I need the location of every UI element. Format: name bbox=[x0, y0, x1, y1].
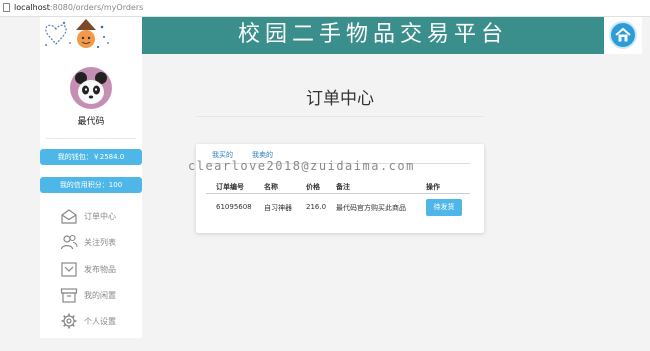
cell-price: 216.0 bbox=[306, 203, 327, 211]
column-header-note: 备注 bbox=[336, 183, 350, 191]
sidebar-item-label: 发布物品 bbox=[84, 265, 116, 274]
sidebar-item-publish[interactable]: 发布物品 bbox=[60, 260, 140, 278]
site-header: 校园二手物品交易平台 bbox=[142, 17, 604, 54]
column-header-price: 价格 bbox=[306, 183, 320, 191]
await-shipment-button[interactable]: 待发货 bbox=[426, 199, 462, 216]
sidebar-item-label: 关注列表 bbox=[84, 238, 116, 247]
home-area bbox=[604, 17, 642, 54]
sidebar-item-my-idle[interactable]: 我的闲置 bbox=[60, 286, 140, 304]
home-icon bbox=[615, 27, 631, 42]
sidebar: 最代码 我的钱包：￥2584.0 我的信用积分：100 订单中心 关注列表 发布… bbox=[40, 54, 142, 338]
credit-score-button[interactable]: 我的信用积分：100 bbox=[40, 177, 142, 193]
page-title: 订单中心 bbox=[306, 89, 374, 109]
archive-box-icon bbox=[60, 286, 78, 304]
site-logo-art bbox=[45, 19, 109, 49]
cell-name: 自习神器 bbox=[264, 204, 292, 212]
orders-card: 我买的 我卖的 clearlove2018@zuidaima.com 订单编号 … bbox=[188, 144, 484, 233]
column-header-action: 操作 bbox=[426, 183, 440, 191]
inbox-icon bbox=[60, 260, 78, 278]
avatar[interactable] bbox=[70, 67, 112, 109]
cell-note: 最代码官方购买此商品 bbox=[336, 204, 406, 212]
table-header-divider bbox=[206, 193, 470, 194]
home-button[interactable] bbox=[609, 21, 637, 49]
sidebar-item-label: 我的闲置 bbox=[84, 291, 116, 300]
sidebar-item-order-center[interactable]: 订单中心 bbox=[60, 207, 140, 225]
url-host: localhost bbox=[14, 3, 50, 12]
url-path: :8080/orders/myOrders bbox=[49, 3, 144, 12]
sidebar-item-label: 订单中心 bbox=[84, 212, 116, 221]
column-header-order-no: 订单编号 bbox=[216, 183, 244, 191]
column-header-name: 名称 bbox=[264, 183, 278, 191]
sidebar-divider bbox=[46, 138, 136, 139]
sidebar-item-label: 个人设置 bbox=[84, 317, 116, 326]
username: 最代码 bbox=[77, 117, 105, 127]
wallet-button[interactable]: 我的钱包：￥2584.0 bbox=[40, 149, 142, 165]
site-title: 校园二手物品交易平台 bbox=[237, 22, 508, 47]
sidebar-item-settings[interactable]: 个人设置 bbox=[60, 312, 140, 330]
cell-order-no: 61095608 bbox=[216, 203, 252, 211]
page-icon bbox=[3, 3, 10, 12]
panda-avatar-icon bbox=[75, 72, 107, 104]
address-url[interactable]: localhost:8080/orders/myOrders bbox=[14, 2, 143, 13]
browser-address-bar[interactable]: localhost:8080/orders/myOrders bbox=[0, 0, 650, 17]
users-icon bbox=[60, 233, 78, 251]
envelope-open-icon bbox=[60, 207, 78, 225]
site-logo[interactable] bbox=[40, 17, 142, 54]
sidebar-item-follow-list[interactable]: 关注列表 bbox=[60, 233, 140, 251]
title-divider bbox=[196, 116, 484, 117]
gear-icon bbox=[60, 312, 78, 330]
watermark-text: clearlove2018@zuidaima.com bbox=[188, 159, 415, 173]
